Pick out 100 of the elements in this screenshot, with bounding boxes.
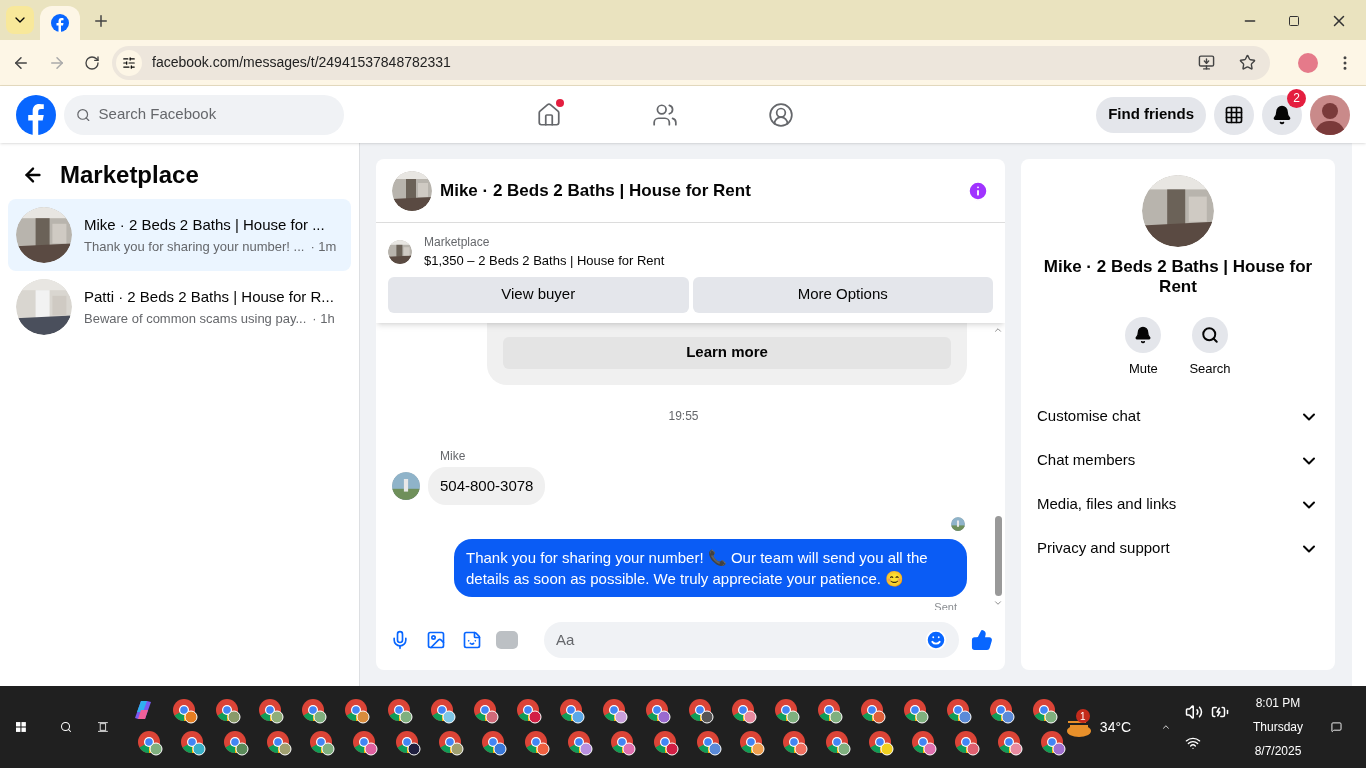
browser-profile-icon[interactable] (1031, 698, 1058, 724)
browser-profile-icon[interactable] (429, 698, 456, 724)
sticker-icon[interactable] (462, 630, 482, 650)
home-icon[interactable] (536, 101, 563, 128)
message-time: · 1m (310, 237, 337, 256)
browser-profile-icon[interactable] (730, 698, 757, 724)
bookmark-icon[interactable] (1239, 54, 1256, 71)
browser-profile-icon[interactable] (910, 730, 937, 756)
new-tab-icon[interactable] (92, 12, 110, 30)
info-section[interactable]: Privacy and support (1037, 526, 1319, 571)
browser-profile-icon[interactable] (136, 730, 163, 756)
menu-button[interactable] (1214, 94, 1254, 135)
browser-profile-icon[interactable] (394, 730, 421, 756)
site-settings-icon[interactable] (116, 49, 142, 76)
conversation-title: Mike · 2 Beds 2 Baths | House for ... (84, 215, 326, 235)
browser-profile-icon[interactable] (308, 730, 335, 756)
message-time: · 1h (312, 309, 335, 328)
composer-bar[interactable]: Aa (544, 622, 959, 658)
friends-icon[interactable] (652, 101, 679, 128)
browser-profile-icon[interactable] (867, 730, 894, 756)
install-icon[interactable] (1198, 54, 1215, 71)
learn-more-button[interactable]: Learn more (503, 336, 951, 369)
message-preview: Thank you for sharing your number! ... (84, 237, 305, 256)
browser-profile-icon[interactable] (824, 730, 851, 756)
wifi-icon[interactable] (1185, 735, 1201, 751)
browser-profile-icon[interactable] (523, 730, 550, 756)
reload-icon[interactable] (84, 54, 100, 71)
browser-profile-icon[interactable] (1039, 730, 1066, 756)
browser-profile-icon[interactable] (257, 698, 284, 724)
browser-profile-icon[interactable] (343, 698, 370, 724)
search-field[interactable]: Search Facebook (64, 94, 344, 135)
browser-profile-icon[interactable] (644, 698, 671, 724)
search-button[interactable] (1192, 317, 1228, 353)
browser-profile-icon[interactable] (859, 698, 886, 724)
browser-profile-icon[interactable] (781, 730, 808, 756)
browser-profile-icon[interactable] (996, 730, 1023, 756)
scrollbar-thumb[interactable] (994, 516, 1002, 596)
facebook-logo-icon[interactable] (16, 94, 56, 135)
info-section[interactable]: Customise chat (1037, 394, 1319, 439)
extension-icon[interactable] (1298, 52, 1318, 73)
browser-profile-icon[interactable] (472, 698, 499, 724)
microphone-icon[interactable] (390, 630, 410, 650)
browser-profile-icon[interactable] (179, 730, 206, 756)
browser-profile-icon[interactable] (652, 730, 679, 756)
like-icon[interactable] (971, 629, 993, 651)
browser-profile-icon[interactable] (953, 730, 980, 756)
bell-icon (1134, 326, 1153, 344)
browser-profile-icon[interactable] (351, 730, 378, 756)
browser-profile-icon[interactable] (386, 698, 413, 724)
info-section[interactable]: Chat members (1037, 438, 1319, 483)
listing-detail: $1,350 – 2 Beds 2 Baths | House for Rent (424, 252, 665, 270)
browser-profile-icon[interactable] (738, 730, 765, 756)
grid-icon (1224, 104, 1244, 125)
temperature: 34°C (1099, 717, 1132, 737)
sidebar-title: Marketplace (60, 160, 199, 190)
search-icon (76, 106, 91, 123)
message-input[interactable]: Aa (556, 628, 925, 652)
volume-icon[interactable] (1185, 703, 1203, 721)
browser-profile-icon[interactable] (695, 730, 722, 756)
browser-profile-icon[interactable] (214, 698, 241, 724)
listing-action-button[interactable]: View buyer (388, 276, 689, 313)
browser-profile-icon[interactable] (988, 698, 1015, 724)
address-bar[interactable]: facebook.com/messages/t/24941537848782331 (112, 45, 1270, 80)
listing-label: Marketplace (424, 234, 491, 251)
browser-profile-icon[interactable] (609, 730, 636, 756)
browser-profile-icon[interactable] (437, 730, 464, 756)
emoji-icon[interactable] (925, 629, 947, 651)
groups-icon[interactable] (768, 101, 795, 128)
browser-profile-icon[interactable] (171, 698, 198, 724)
browser-profile-icon[interactable] (601, 698, 628, 724)
browser-profile-icon[interactable] (773, 698, 800, 724)
bell-icon (1272, 104, 1292, 125)
weather-badge: 1 (1075, 709, 1090, 723)
browser-tab[interactable] (40, 6, 80, 40)
photo-icon[interactable] (426, 630, 446, 650)
browser-profile-icon[interactable] (558, 698, 585, 724)
browser-profile-icon[interactable] (945, 698, 972, 724)
browser-profile-icon[interactable] (480, 730, 507, 756)
info-icon[interactable] (967, 179, 989, 202)
browser-profile-icon[interactable] (687, 698, 714, 724)
profile-avatar[interactable] (1310, 94, 1350, 135)
clock-day: Thursday (1253, 718, 1304, 736)
browser-profile-icon[interactable] (300, 698, 327, 724)
browser-profile-icon[interactable] (566, 730, 593, 756)
browser-profile-icon[interactable] (222, 730, 249, 756)
browser-profile-icon[interactable] (515, 698, 542, 724)
chat-title: Mike · 2 Beds 2 Baths | House for Rent (440, 179, 752, 202)
browser-profile-icon[interactable] (902, 698, 929, 724)
mute-button[interactable] (1125, 317, 1162, 353)
maximize-icon[interactable] (1288, 15, 1300, 27)
listing-action-button[interactable]: More Options (692, 276, 993, 313)
conversation-item[interactable]: Mike · 2 Beds 2 Baths | House for ... Thank you for sharing your number! ... · 1m (8, 199, 351, 271)
find-friends-button[interactable]: Find friends (1096, 96, 1206, 133)
info-section[interactable]: Media, files and links (1037, 482, 1319, 527)
tab-list-button[interactable] (6, 6, 34, 34)
search-input[interactable]: Search Facebook (98, 103, 332, 126)
action-label: Mute (1128, 360, 1158, 378)
notifications-button[interactable] (1262, 94, 1302, 135)
browser-profile-icon[interactable] (265, 730, 292, 756)
browser-profile-icon[interactable] (816, 698, 843, 724)
